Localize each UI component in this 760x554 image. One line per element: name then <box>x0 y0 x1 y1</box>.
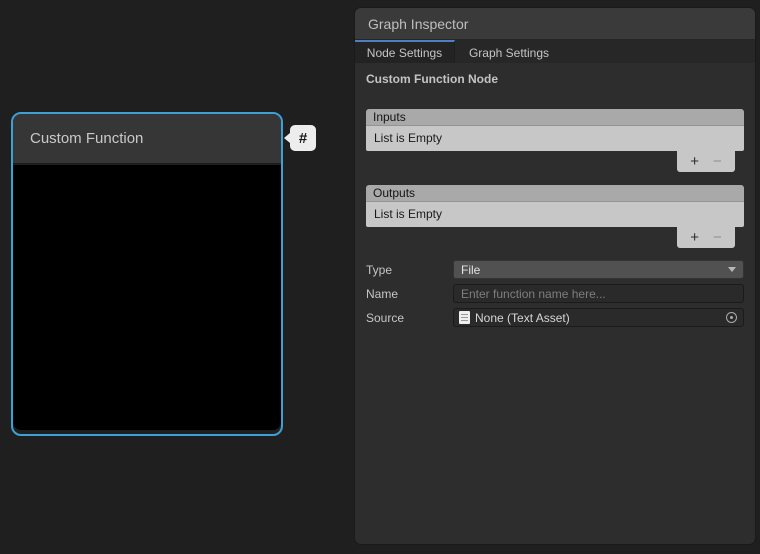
inspector-title: Graph Inspector <box>368 16 468 32</box>
source-label: Source <box>366 311 453 325</box>
tab-graph-settings[interactable]: Graph Settings <box>455 40 563 63</box>
outputs-remove-button[interactable]: − <box>713 230 722 245</box>
inputs-add-button[interactable]: + <box>690 154 699 169</box>
tab-label: Node Settings <box>367 46 442 60</box>
node-preview <box>13 165 281 430</box>
inspector-tabbar: Node Settings Graph Settings <box>355 40 755 63</box>
name-label: Name <box>366 287 453 301</box>
outputs-add-button[interactable]: + <box>690 230 699 245</box>
name-row: Name <box>366 284 744 303</box>
name-field-wrapper <box>453 284 744 303</box>
inputs-list-header: Inputs <box>366 109 744 126</box>
property-rows: Type File Name Source None (Text Asset) <box>366 260 744 327</box>
node-title: Custom Function <box>30 130 143 147</box>
function-name-input[interactable] <box>456 287 741 301</box>
section-title: Custom Function Node <box>366 72 744 86</box>
object-picker-icon[interactable] <box>726 312 737 323</box>
outputs-list: Outputs List is Empty + − <box>366 185 744 248</box>
inputs-list-footer: + − <box>677 151 735 172</box>
outputs-list-empty-row: List is Empty <box>366 202 744 227</box>
text-asset-icon <box>459 311 470 324</box>
hash-icon: # <box>299 130 307 147</box>
node-title-bar[interactable]: Custom Function <box>13 114 281 164</box>
inputs-list-empty-row: List is Empty <box>366 126 744 151</box>
outputs-list-header: Outputs <box>366 185 744 202</box>
inputs-list: Inputs List is Empty + − <box>366 109 744 172</box>
tab-label: Graph Settings <box>469 46 549 60</box>
type-row: Type File <box>366 260 744 279</box>
type-dropdown-value: File <box>461 263 480 277</box>
custom-function-node[interactable]: Custom Function <box>11 112 283 436</box>
tab-node-settings[interactable]: Node Settings <box>355 40 455 63</box>
source-row: Source None (Text Asset) <box>366 308 744 327</box>
source-object-value: None (Text Asset) <box>475 311 721 325</box>
source-object-field[interactable]: None (Text Asset) <box>453 308 744 327</box>
inspector-header[interactable]: Graph Inspector <box>355 8 755 40</box>
graph-inspector-panel: Graph Inspector Node Settings Graph Sett… <box>354 7 756 545</box>
inputs-remove-button[interactable]: − <box>713 154 722 169</box>
node-hash-badge[interactable]: # <box>290 125 316 151</box>
type-dropdown[interactable]: File <box>453 260 744 279</box>
type-label: Type <box>366 263 453 277</box>
chevron-down-icon <box>728 267 736 272</box>
outputs-list-footer: + − <box>677 227 735 248</box>
